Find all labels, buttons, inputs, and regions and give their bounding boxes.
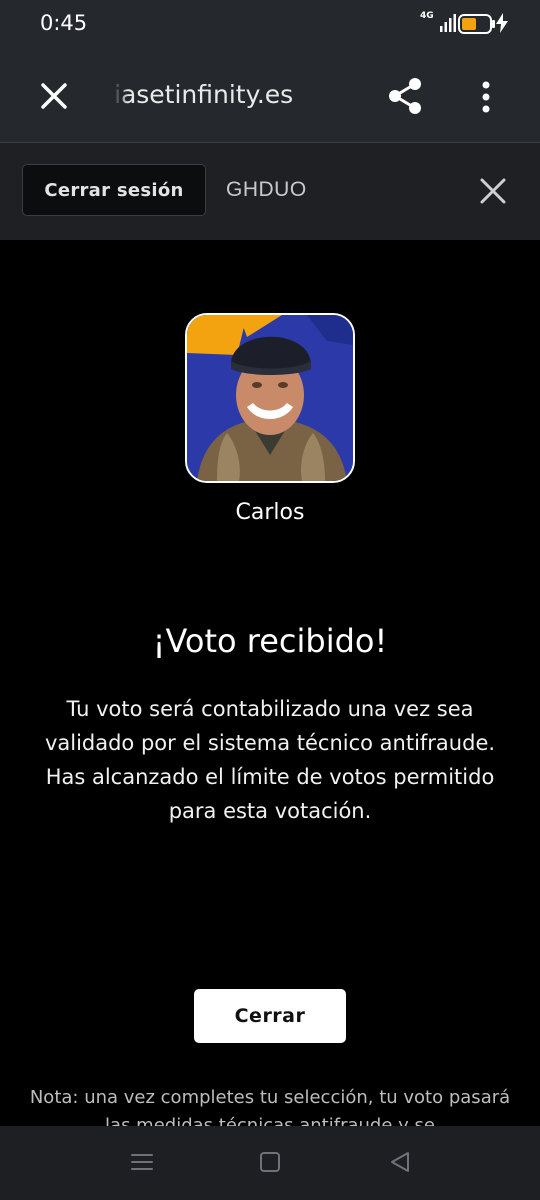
network-type: 4G <box>420 11 434 21</box>
close-button[interactable]: Cerrar <box>194 989 346 1043</box>
battery-icon <box>458 14 495 34</box>
note-text: Nota: una vez completes tu selección, tu… <box>29 1087 511 1128</box>
user-code: GHDUO <box>226 178 307 201</box>
candidate-avatar <box>185 313 355 483</box>
menu-icon[interactable] <box>130 1150 154 1174</box>
confirmation-title: ¡Voto recibido! <box>152 622 388 660</box>
close-session-bar-icon[interactable] <box>480 178 506 204</box>
confirmation-message: Tu voto será contabilizado una vez sea v… <box>44 697 496 823</box>
home-icon[interactable] <box>259 1150 281 1174</box>
close-icon[interactable] <box>40 82 68 110</box>
candidate-photo <box>187 315 353 481</box>
more-vert-icon[interactable] <box>476 80 496 114</box>
logout-button[interactable]: Cerrar sesión <box>22 164 206 216</box>
url-fade <box>114 80 128 108</box>
session-bar: Cerrar sesión GHDUO <box>0 143 540 240</box>
system-nav-bar <box>0 1126 540 1200</box>
status-bar: 0:45 4G <box>0 0 540 50</box>
browser-toolbar: iasetinfinity.es <box>0 50 540 143</box>
status-time: 0:45 <box>40 11 88 35</box>
share-icon[interactable] <box>388 77 422 115</box>
back-icon[interactable] <box>388 1150 412 1174</box>
charging-bolt-icon <box>496 13 508 33</box>
signal-icon <box>440 14 456 32</box>
candidate-name: Carlos <box>235 500 305 525</box>
url-label: iasetinfinity.es <box>114 80 294 109</box>
url-text[interactable]: iasetinfinity.es <box>114 80 293 109</box>
